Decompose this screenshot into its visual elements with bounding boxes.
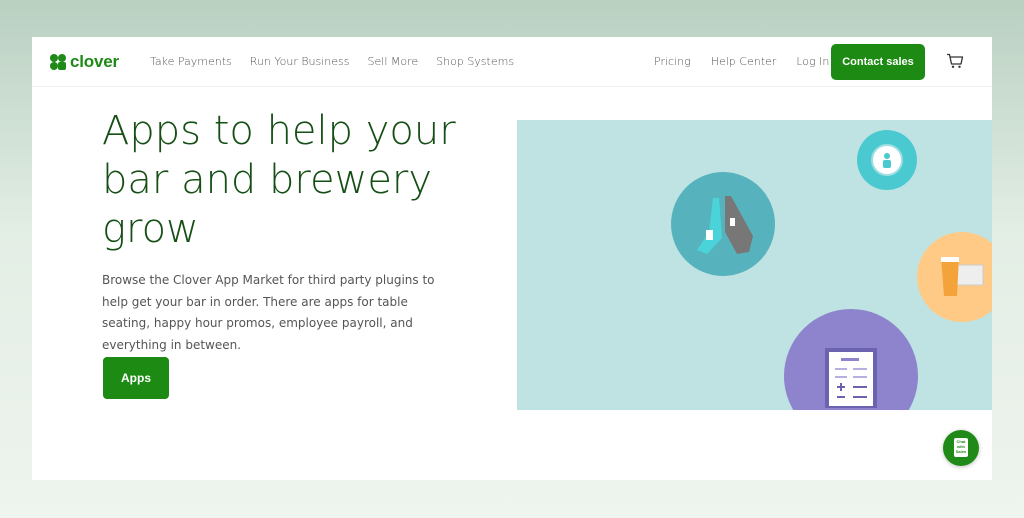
chat-label: Chat with Sales bbox=[954, 438, 968, 457]
contact-sales-button[interactable]: Contact sales bbox=[831, 44, 925, 80]
beer-icon bbox=[917, 232, 992, 322]
apps-button[interactable]: Apps bbox=[103, 357, 169, 399]
logo-text: clover bbox=[70, 52, 119, 71]
nav-shop-systems[interactable]: Shop Systems bbox=[436, 55, 514, 68]
bar-apps-illustration bbox=[671, 130, 992, 410]
page: clover Take Payments Run Your Business S… bbox=[32, 37, 992, 480]
nav-take-payments[interactable]: Take Payments bbox=[150, 55, 232, 68]
cart-icon[interactable] bbox=[946, 53, 964, 69]
title-line: bar and brewery bbox=[102, 157, 433, 203]
hero-illustration bbox=[517, 120, 992, 410]
header: clover Take Payments Run Your Business S… bbox=[32, 37, 992, 87]
main-nav: Take Payments Run Your Business Sell Mor… bbox=[150, 55, 532, 68]
title-line: grow bbox=[102, 206, 199, 252]
nav-pricing[interactable]: Pricing bbox=[654, 55, 691, 68]
nav-log-in[interactable]: Log In bbox=[796, 55, 829, 68]
receipt-icon bbox=[784, 309, 918, 410]
nav-help-center[interactable]: Help Center bbox=[711, 55, 777, 68]
secondary-nav: Pricing Help Center Log In bbox=[654, 55, 849, 68]
clock-icon bbox=[857, 130, 917, 190]
chat-with-sales-button[interactable]: Chat with Sales bbox=[943, 430, 979, 466]
page-title: Apps to help your bar and brewery grow bbox=[102, 107, 462, 254]
nav-sell-more[interactable]: Sell More bbox=[368, 55, 419, 68]
hero-description: Browse the Clover App Market for third p… bbox=[102, 273, 435, 352]
bottles-icon bbox=[671, 172, 775, 276]
nav-run-your-business[interactable]: Run Your Business bbox=[250, 55, 350, 68]
clover-leaf-icon bbox=[50, 54, 66, 70]
title-line: Apps to help your bbox=[102, 108, 456, 154]
clover-logo[interactable]: clover bbox=[49, 52, 119, 72]
